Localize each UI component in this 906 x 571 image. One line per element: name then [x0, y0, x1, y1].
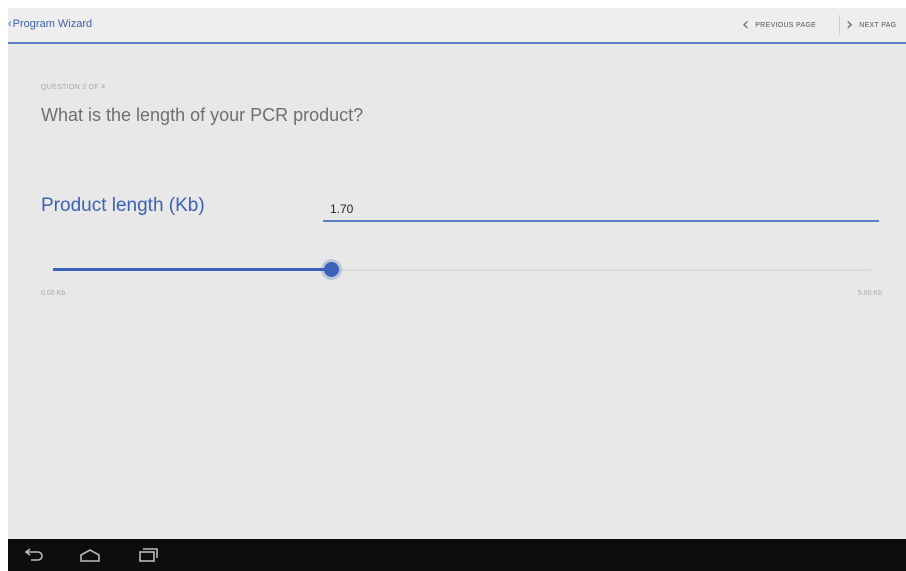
back-link-label: Program Wizard	[12, 18, 93, 30]
previous-page-button[interactable]: ‹ PREVIOUS PAGE	[742, 14, 816, 36]
app-window: ‹Program Wizard ‹ PREVIOUS PAGE › NEXT P…	[8, 8, 906, 539]
chevron-left-icon: ‹	[742, 14, 750, 35]
back-icon[interactable]	[22, 547, 46, 563]
chevron-right-icon: ›	[846, 14, 854, 35]
question-counter: QUESTION 2 OF 4	[41, 84, 106, 91]
question-title: What is the length of your PCR product?	[41, 105, 364, 125]
next-page-label: NEXT PAG	[859, 21, 897, 29]
slider-thumb[interactable]	[324, 262, 339, 277]
divider	[839, 15, 840, 35]
product-length-label: Product length (Kb)	[41, 195, 205, 216]
product-length-input[interactable]	[323, 198, 879, 222]
next-page-button[interactable]: › NEXT PAG	[846, 14, 896, 36]
home-icon[interactable]	[78, 547, 102, 563]
top-bar: ‹Program Wizard ‹ PREVIOUS PAGE › NEXT P…	[8, 8, 906, 44]
slider-min-label: 0.00 Kb	[41, 290, 66, 297]
product-length-slider[interactable]	[53, 260, 871, 280]
slider-fill	[53, 268, 331, 271]
back-to-program-wizard-link[interactable]: ‹Program Wizard	[8, 18, 92, 30]
recent-apps-icon[interactable]	[136, 547, 160, 563]
previous-page-label: PREVIOUS PAGE	[755, 21, 817, 29]
chevron-left-icon: ‹	[8, 18, 12, 30]
screen: ‹Program Wizard ‹ PREVIOUS PAGE › NEXT P…	[0, 0, 906, 571]
system-navigation-bar	[8, 539, 906, 571]
slider-max-label: 5.00 Kb	[857, 290, 882, 297]
